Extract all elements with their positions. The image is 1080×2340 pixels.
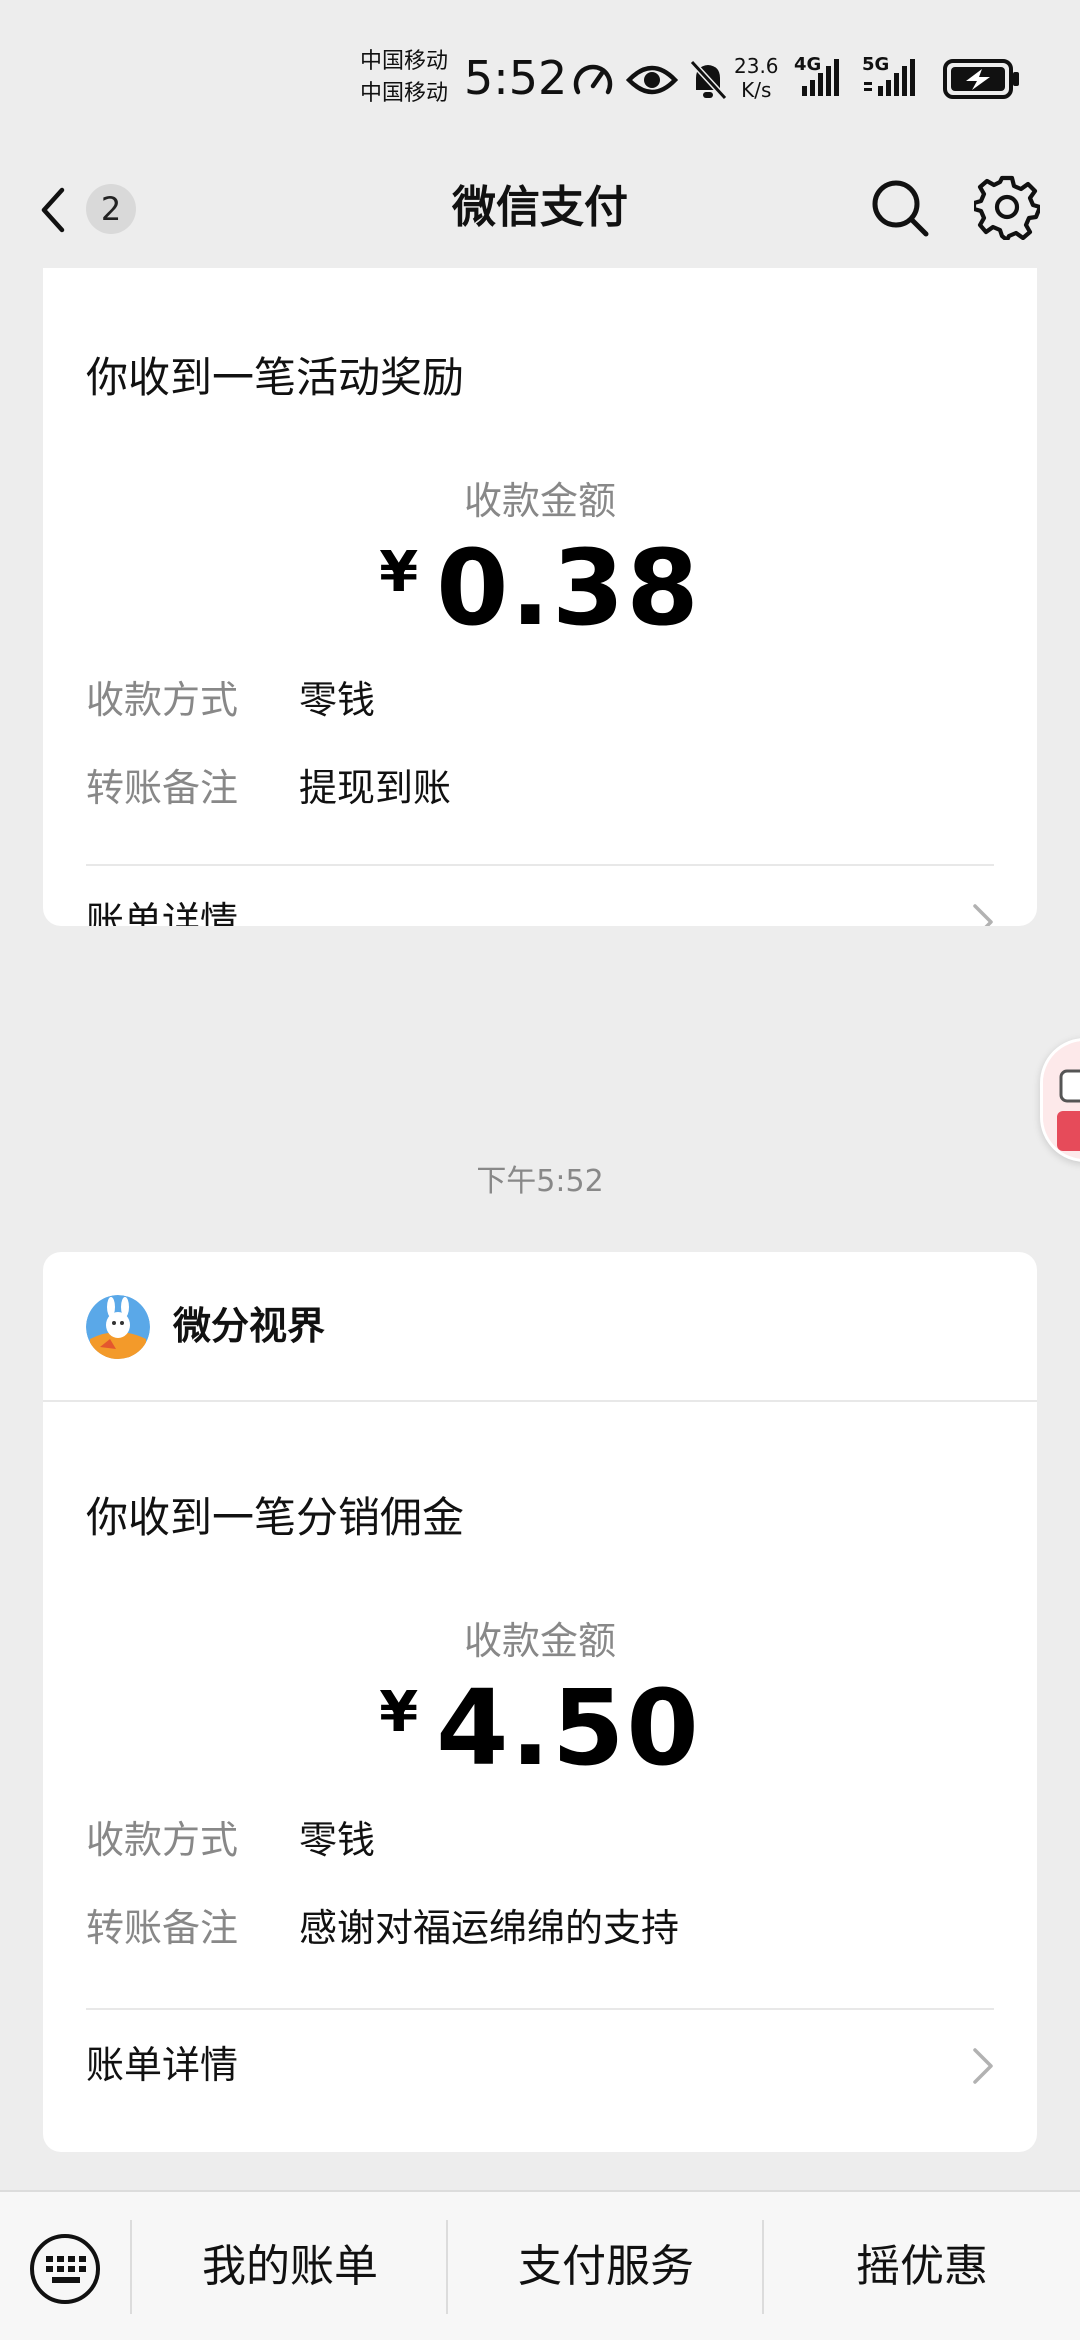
card-header[interactable]: 微分视界 — [43, 1252, 1037, 1402]
menu-payment-services[interactable]: 支付服务 — [448, 2192, 764, 2340]
amount-display: ¥4.50 — [43, 1668, 1037, 1788]
source-name: 微分视界 — [173, 1304, 326, 1348]
message-feed[interactable]: 你收到一笔活动奖励 收款金额 ¥0.38 收款方式 零钱 转账备注 提现到账 账… — [0, 268, 1080, 2188]
carrier-names: 中国移动 中国移动 — [360, 46, 448, 110]
transfer-note-label: 转账备注 — [86, 766, 239, 810]
card-heading: 你收到一笔活动奖励 — [86, 353, 465, 402]
keyboard-icon[interactable] — [28, 2232, 102, 2306]
net-speed-value: 23.6 — [734, 54, 779, 78]
nav-bar: 2 微信支付 — [0, 150, 1080, 268]
source-logo — [86, 1295, 150, 1359]
status-time: 5:52 — [464, 51, 568, 105]
amount-label: 收款金额 — [463, 1619, 616, 1663]
bell-off-icon — [689, 59, 728, 101]
currency-symbol: ¥ — [379, 540, 419, 605]
payment-card: 你收到一笔活动奖励 收款金额 ¥0.38 收款方式 零钱 转账备注 提现到账 账… — [43, 268, 1037, 926]
net-speed-unit: K/s — [741, 78, 772, 102]
card-heading: 你收到一笔分销佣金 — [86, 1493, 465, 1542]
signal-icon — [802, 59, 839, 96]
payment-method-value: 零钱 — [299, 1818, 376, 1862]
bill-details-button[interactable]: 账单详情 — [43, 866, 1037, 926]
amount-value: 4.50 — [436, 1667, 701, 1789]
screen: 中国移动 中国移动 5:52 23.6 K/s 4G 5G 2 微信支付 你收到… — [0, 0, 1080, 2340]
payment-card: 微分视界 你收到一笔分销佣金 收款金额 ¥4.50 收款方式 零钱 转账备注 感… — [43, 1252, 1037, 2152]
message-timestamp: 下午5:52 — [476, 1164, 604, 1199]
menu-shake-deals[interactable]: 摇优惠 — [764, 2192, 1080, 2340]
amount-display: ¥0.38 — [43, 528, 1037, 648]
net-speed: 23.6 K/s — [734, 54, 779, 102]
carrier-1: 中国移动 — [360, 49, 449, 74]
carrier-2: 中国移动 — [360, 81, 449, 106]
chevron-right-icon — [973, 2048, 993, 2084]
bill-details-label: 账单详情 — [86, 2043, 239, 2087]
bill-details-button[interactable]: 账单详情 — [43, 2010, 1037, 2120]
chevron-right-icon — [973, 904, 993, 926]
speedometer-icon — [573, 64, 613, 95]
transfer-note-value: 感谢对福运绵绵的支持 — [299, 1906, 680, 1950]
transfer-note-label: 转账备注 — [86, 1906, 239, 1950]
transfer-note-value: 提现到账 — [299, 766, 452, 810]
currency-symbol: ¥ — [379, 1680, 419, 1745]
bill-details-label: 账单详情 — [86, 899, 239, 926]
payment-method-label: 收款方式 — [86, 1818, 239, 1862]
amount-label: 收款金额 — [463, 479, 616, 523]
payment-method-label: 收款方式 — [86, 678, 239, 722]
amount-value: 0.38 — [436, 527, 701, 649]
eye-icon — [626, 65, 678, 95]
gear-icon[interactable] — [974, 174, 1040, 240]
bottom-menu-bar: 我的账单 支付服务 摇优惠 — [0, 2190, 1080, 2340]
signal-icon — [864, 59, 915, 96]
status-bar: 中国移动 中国移动 5:52 23.6 K/s 4G 5G — [0, 0, 1080, 150]
floating-widget[interactable] — [1040, 1038, 1080, 1162]
menu-my-bills[interactable]: 我的账单 — [132, 2192, 448, 2340]
battery-charging-icon — [943, 59, 1019, 99]
payment-method-value: 零钱 — [299, 678, 376, 722]
search-icon[interactable] — [868, 176, 932, 240]
